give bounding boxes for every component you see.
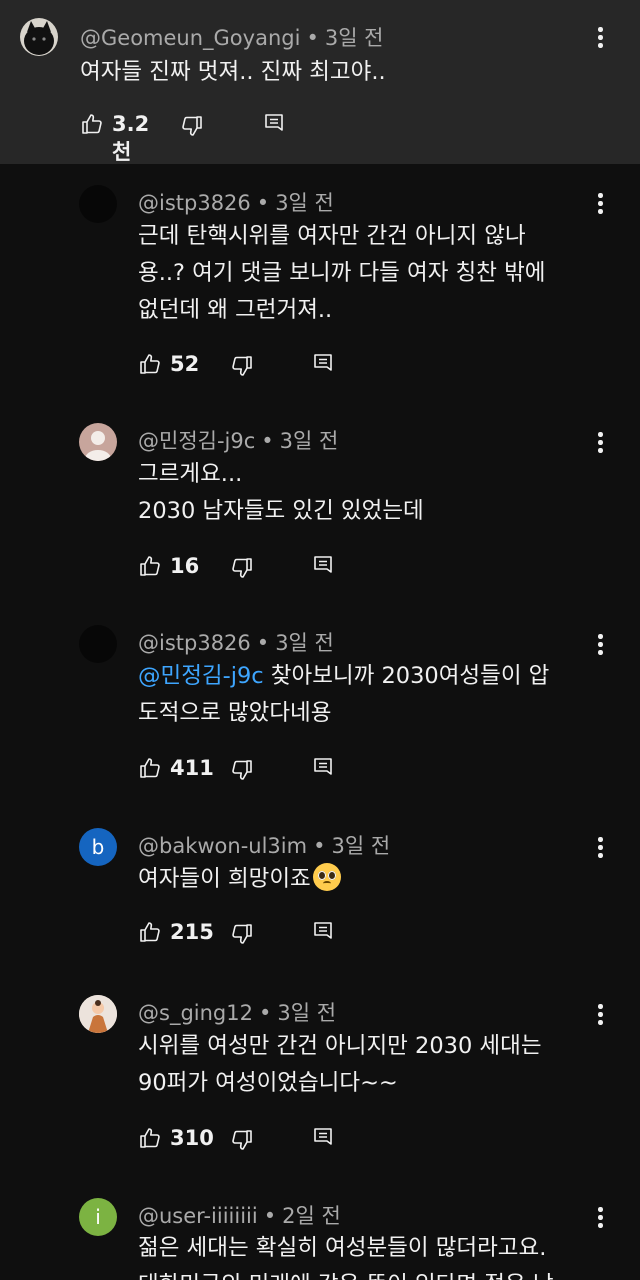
thumbs-down-icon[interactable]	[230, 758, 254, 782]
reply-icon[interactable]	[311, 1126, 335, 1150]
comment-line-text: 찾아보니까 2030여성들이 압	[263, 663, 550, 689]
comment-meta: @민정김-j9c • 3일 전	[138, 425, 338, 455]
reply-icon[interactable]	[262, 112, 286, 136]
cat-avatar-icon	[20, 18, 58, 56]
comment-line: 90퍼가 여성이었습니다~~	[138, 1070, 398, 1096]
avatar[interactable]	[79, 423, 117, 461]
comment-meta: @istp3826 • 3일 전	[138, 627, 334, 657]
comment-meta: @s_ging12 • 3일 전	[138, 997, 336, 1027]
more-vert-icon[interactable]	[595, 1004, 605, 1034]
avatar[interactable]	[79, 185, 117, 223]
comment-meta: @user-iiiiiiii • 2일 전	[138, 1200, 341, 1230]
avatar[interactable]	[79, 625, 117, 663]
comment-author[interactable]: @user-iiiiiiii	[138, 1204, 258, 1228]
like-count: 52	[170, 352, 200, 376]
mention-link[interactable]: @민정김-j9c	[138, 663, 264, 689]
comment-line: 2030 남자들도 있긴 있었는데	[138, 498, 424, 524]
comment-author[interactable]: @bakwon-ul3im	[138, 834, 307, 858]
comment-meta: @istp3826 • 3일 전	[138, 187, 334, 217]
photo-avatar-icon	[79, 995, 117, 1033]
comment-line: @민정김-j9c 찾아보니까 2030여성들이 압	[138, 658, 549, 695]
like-count: 411	[170, 756, 214, 780]
comment-time: 3일 전	[275, 631, 334, 655]
comment-line: 젊은 세대는 확실히 여성분들이 많더라고요.	[138, 1235, 547, 1261]
more-vert-icon[interactable]	[595, 193, 605, 223]
separator-dot: •	[256, 191, 270, 215]
comment-time: 3일 전	[324, 26, 384, 50]
comment-text: 근데 탄핵시위를 여자만 간건 아니지 않나 용..? 여기 댓글 보니까 다들…	[138, 218, 546, 329]
more-vert-icon[interactable]	[595, 634, 605, 664]
comment-line: 도적으로 많았다네용	[138, 700, 332, 726]
comment-author[interactable]: @Geomeun_Goyangi	[80, 26, 300, 50]
thumbs-down-icon[interactable]	[230, 354, 254, 378]
comment-line: 없던데 왜 그런거져..	[138, 297, 333, 323]
avatar[interactable]	[79, 995, 117, 1033]
avatar[interactable]: b	[79, 828, 117, 866]
comment-time: 2일 전	[282, 1204, 341, 1228]
pleading-face-emoji-icon	[312, 863, 341, 891]
like-count: 16	[170, 554, 200, 578]
comment-time: 3일 전	[279, 429, 339, 453]
separator-dot: •	[306, 26, 319, 50]
thumbs-up-icon[interactable]	[138, 352, 162, 376]
person-avatar-icon	[85, 431, 111, 461]
separator-dot: •	[261, 429, 274, 453]
separator-dot: •	[258, 1001, 272, 1025]
comment-author[interactable]: @istp3826	[138, 631, 251, 655]
thumbs-down-icon[interactable]	[230, 556, 254, 580]
thumbs-up-icon[interactable]	[138, 756, 162, 780]
like-count: 310	[170, 1126, 214, 1150]
thumbs-down-icon[interactable]	[180, 114, 204, 138]
thumbs-up-icon[interactable]	[80, 112, 104, 136]
comment-meta: @Geomeun_Goyangi • 3일 전	[80, 22, 384, 52]
comment-text: 그르게요... 2030 남자들도 있긴 있었는데	[138, 456, 424, 530]
more-vert-icon[interactable]	[595, 27, 605, 57]
comment-line: 시위를 여성만 간건 아니지만 2030 세대는	[138, 1033, 542, 1059]
comment-meta: @bakwon-ul3im • 3일 전	[138, 830, 390, 860]
comment-line: 용..? 여기 댓글 보니까 다들 여자 칭찬 밖에	[138, 260, 546, 286]
avatar-letter: b	[91, 835, 105, 859]
comment-line: 여자들 진짜 멋져.. 진짜 최고야..	[80, 59, 386, 85]
thumbs-up-icon[interactable]	[138, 1126, 162, 1150]
comment-text: @민정김-j9c 찾아보니까 2030여성들이 압 도적으로 많았다네용	[138, 658, 549, 732]
comment-author[interactable]: @istp3826	[138, 191, 251, 215]
separator-dot: •	[263, 1204, 277, 1228]
avatar[interactable]	[20, 18, 58, 56]
comment-time: 3일 전	[277, 1001, 337, 1025]
separator-dot: •	[313, 834, 326, 858]
comment-text: 여자들이 희망이죠	[138, 861, 341, 898]
comment-author[interactable]: @s_ging12	[138, 1001, 253, 1025]
comment-text: 시위를 여성만 간건 아니지만 2030 세대는 90퍼가 여성이었습니다~~	[138, 1028, 542, 1102]
comment-line: 근데 탄핵시위를 여자만 간건 아니지 않나	[138, 223, 526, 249]
more-vert-icon[interactable]	[595, 432, 605, 462]
avatar-letter: i	[95, 1205, 101, 1229]
reply-icon[interactable]	[311, 920, 335, 944]
comment-line: 여자들이 희망이죠	[138, 861, 341, 898]
comment-line-text: 여자들이 희망이죠	[138, 866, 311, 892]
comment-line: 그르게요...	[138, 461, 243, 487]
thumbs-down-icon[interactable]	[230, 1128, 254, 1152]
more-vert-icon[interactable]	[595, 1207, 605, 1237]
thumbs-up-icon[interactable]	[138, 920, 162, 944]
more-vert-icon[interactable]	[595, 837, 605, 867]
comment-text: 여자들 진짜 멋져.. 진짜 최고야..	[80, 54, 386, 91]
comment-time: 3일 전	[275, 191, 334, 215]
comment-text: 젊은 세대는 확실히 여성분들이 많더라고요. 대한민국의 미래에 같은 뜻이 …	[138, 1230, 554, 1280]
reply-icon[interactable]	[311, 756, 335, 780]
thumbs-up-icon[interactable]	[138, 554, 162, 578]
reply-icon[interactable]	[311, 554, 335, 578]
comment-time: 3일 전	[331, 834, 391, 858]
comment-author[interactable]: @민정김-j9c	[138, 429, 255, 453]
like-count: 3.2천	[112, 112, 150, 164]
comment-line: 대한민국의 미래에 같은 뜻이 있다면 젊은 남	[138, 1267, 554, 1280]
thumbs-down-icon[interactable]	[230, 922, 254, 946]
reply-icon[interactable]	[311, 352, 335, 376]
separator-dot: •	[256, 631, 270, 655]
avatar[interactable]: i	[79, 1198, 117, 1236]
like-count: 215	[170, 920, 214, 944]
